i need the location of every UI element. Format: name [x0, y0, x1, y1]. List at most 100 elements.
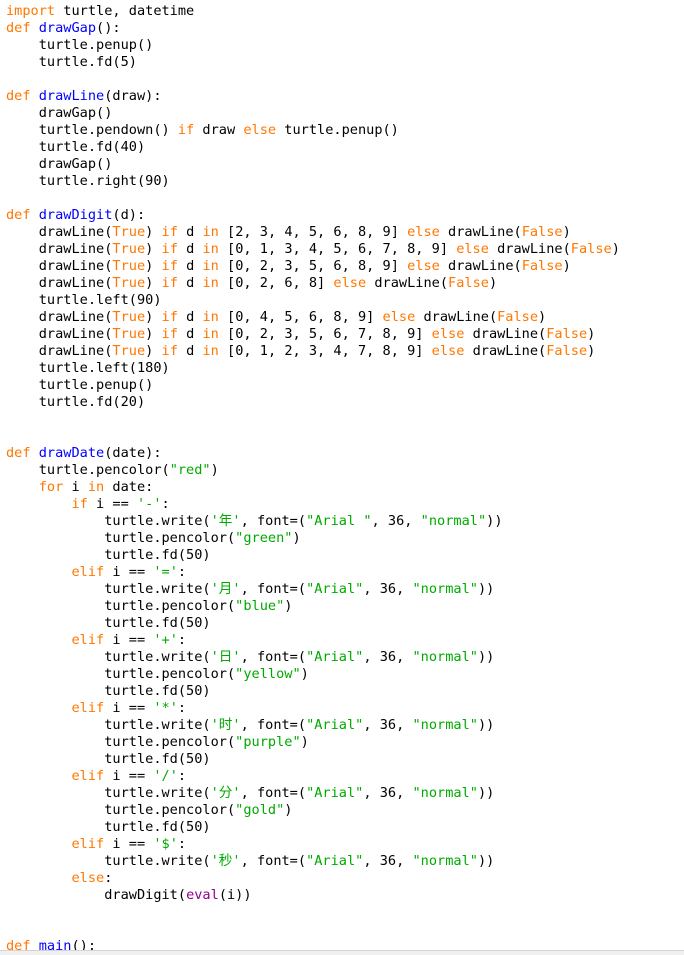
code-area[interactable]: import turtle, datetime def drawGap(): tu…: [6, 3, 684, 950]
keyword-token: True: [112, 309, 146, 325]
keyword-token: elif: [71, 700, 105, 716]
keyword-token: in: [202, 258, 219, 274]
code-text: ): [145, 343, 162, 359]
keyword-token: if: [71, 496, 88, 512]
code-line[interactable]: turtle.fd(50): [6, 683, 684, 700]
code-text: d: [177, 343, 203, 359]
code-text: :: [177, 700, 187, 716]
code-line[interactable]: turtle.write('年', font=("Arial ", 36, "n…: [6, 513, 684, 530]
code-line[interactable]: [6, 190, 684, 207]
code-text: drawLine(: [6, 326, 113, 342]
code-text: drawGap(): [6, 105, 113, 121]
code-text: turtle.fd(5): [6, 54, 137, 70]
code-line[interactable]: turtle.pencolor("gold"): [6, 802, 684, 819]
code-line[interactable]: turtle.left(180): [6, 360, 684, 377]
code-text: turtle.fd(50): [6, 751, 211, 767]
code-line[interactable]: drawLine(True) if d in [0, 2, 3, 5, 6, 7…: [6, 326, 684, 343]
code-line[interactable]: turtle.fd(5): [6, 54, 684, 71]
code-text: turtle.right(90): [6, 173, 170, 189]
code-text: , font=(: [240, 513, 307, 529]
code-line[interactable]: if i == '-':: [6, 496, 684, 513]
code-line[interactable]: def main():: [6, 938, 684, 950]
code-line[interactable]: turtle.write('分', font=("Arial", 36, "no…: [6, 785, 684, 802]
code-line[interactable]: turtle.pendown() if draw else turtle.pen…: [6, 122, 684, 139]
code-line[interactable]: drawDigit(eval(i)): [6, 887, 684, 904]
code-editor[interactable]: import turtle, datetime def drawGap(): tu…: [0, 0, 684, 950]
code-line[interactable]: turtle.fd(50): [6, 751, 684, 768]
code-text: drawLine(: [439, 224, 522, 240]
code-line[interactable]: turtle.right(90): [6, 173, 684, 190]
code-text: drawLine(: [6, 275, 113, 291]
code-text: ): [562, 258, 571, 274]
code-line[interactable]: elif i == '+':: [6, 632, 684, 649]
code-line[interactable]: turtle.fd(50): [6, 819, 684, 836]
code-line[interactable]: turtle.penup(): [6, 377, 684, 394]
code-line[interactable]: turtle.penup(): [6, 37, 684, 54]
string-token: '+': [153, 632, 178, 648]
string-token: "Arial": [306, 785, 364, 801]
code-line[interactable]: for i in date:: [6, 479, 684, 496]
code-text: i ==: [104, 700, 154, 716]
code-line[interactable]: turtle.pencolor("purple"): [6, 734, 684, 751]
keyword-token: import: [6, 3, 56, 19]
code-line[interactable]: turtle.fd(50): [6, 615, 684, 632]
code-line[interactable]: turtle.write('日', font=("Arial", 36, "no…: [6, 649, 684, 666]
code-line[interactable]: def drawDigit(d):: [6, 207, 684, 224]
code-line[interactable]: drawGap(): [6, 105, 684, 122]
code-text: drawLine(: [488, 241, 571, 257]
code-line[interactable]: [6, 921, 684, 938]
code-line[interactable]: def drawLine(draw):: [6, 88, 684, 105]
code-line[interactable]: drawLine(True) if d in [0, 2, 6, 8] else…: [6, 275, 684, 292]
code-text: drawGap(): [6, 156, 113, 172]
code-line[interactable]: turtle.write('秒', font=("Arial", 36, "no…: [6, 853, 684, 870]
code-text: , font=(: [240, 717, 307, 733]
code-line[interactable]: turtle.pencolor("green"): [6, 530, 684, 547]
code-line[interactable]: turtle.left(90): [6, 292, 684, 309]
code-line[interactable]: elif i == '/':: [6, 768, 684, 785]
code-text: , 36,: [363, 785, 413, 801]
keyword-token: def: [6, 938, 31, 950]
code-line[interactable]: else:: [6, 870, 684, 887]
code-line[interactable]: elif i == '$':: [6, 836, 684, 853]
code-line[interactable]: turtle.write('月', font=("Arial", 36, "no…: [6, 581, 684, 598]
keyword-token: else: [431, 326, 465, 342]
code-text: )): [477, 649, 495, 665]
code-line[interactable]: turtle.pencolor("red"): [6, 462, 684, 479]
keyword-token: elif: [71, 564, 105, 580]
code-line[interactable]: drawLine(True) if d in [0, 1, 2, 3, 4, 7…: [6, 343, 684, 360]
code-line[interactable]: turtle.write('时', font=("Arial", 36, "no…: [6, 717, 684, 734]
code-line[interactable]: turtle.pencolor("blue"): [6, 598, 684, 615]
code-line[interactable]: drawLine(True) if d in [0, 1, 3, 4, 5, 6…: [6, 241, 684, 258]
code-line[interactable]: import turtle, datetime: [6, 3, 684, 20]
code-line[interactable]: [6, 904, 684, 921]
code-line[interactable]: elif i == '*':: [6, 700, 684, 717]
code-line[interactable]: turtle.fd(50): [6, 547, 684, 564]
code-line[interactable]: [6, 428, 684, 445]
code-line[interactable]: def drawDate(date):: [6, 445, 684, 462]
keyword-token: if: [161, 241, 178, 257]
code-line[interactable]: turtle.fd(40): [6, 139, 684, 156]
code-text: ): [292, 530, 301, 546]
code-line[interactable]: turtle.fd(20): [6, 394, 684, 411]
code-line[interactable]: [6, 71, 684, 88]
code-text: (date):: [104, 445, 162, 461]
code-line[interactable]: drawLine(True) if d in [2, 3, 4, 5, 6, 8…: [6, 224, 684, 241]
code-text: d: [177, 224, 203, 240]
code-text: [0, 1, 3, 4, 5, 6, 7, 8, 9]: [218, 241, 457, 257]
code-text: , 36,: [371, 513, 421, 529]
code-line[interactable]: drawLine(True) if d in [0, 2, 3, 5, 6, 8…: [6, 258, 684, 275]
code-line[interactable]: drawGap(): [6, 156, 684, 173]
horizontal-scrollbar[interactable]: [0, 950, 684, 955]
code-text: turtle.fd(20): [6, 394, 146, 410]
code-text: drawLine(: [6, 309, 113, 325]
code-line[interactable]: turtle.pencolor("yellow"): [6, 666, 684, 683]
code-line[interactable]: [6, 411, 684, 428]
code-text: :: [177, 836, 187, 852]
code-line[interactable]: drawLine(True) if d in [0, 4, 5, 6, 8, 9…: [6, 309, 684, 326]
string-token: "purple": [235, 734, 301, 750]
code-line[interactable]: elif i == '=':: [6, 564, 684, 581]
code-line[interactable]: def drawGap():: [6, 20, 684, 37]
